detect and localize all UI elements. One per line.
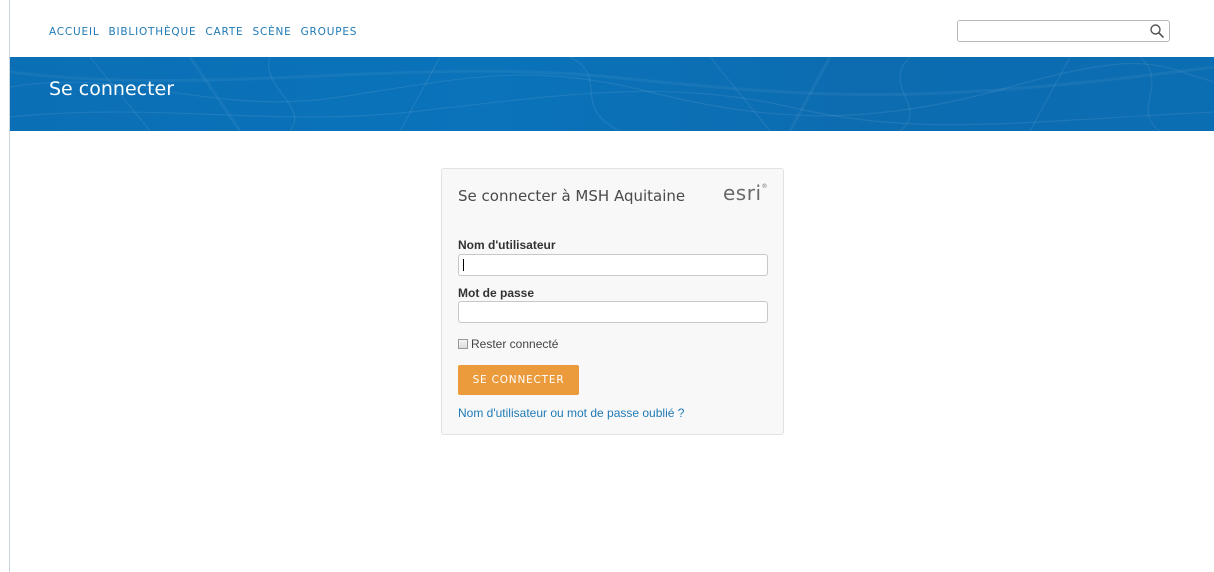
sign-in-button[interactable]: SE CONNECTER bbox=[458, 365, 579, 395]
nav-link-scene[interactable]: SCÈNE bbox=[252, 26, 291, 38]
login-card: Se connecter à MSH Aquitaine esri® Nom d… bbox=[441, 168, 784, 435]
nav-link-carte[interactable]: CARTE bbox=[205, 26, 243, 38]
password-field[interactable] bbox=[458, 301, 768, 323]
magnifier-icon[interactable] bbox=[1149, 23, 1165, 39]
nav-links: ACCUEIL BIBLIOTHÈQUE CARTE SCÈNE GROUPES bbox=[49, 26, 366, 38]
remember-label[interactable]: Rester connecté bbox=[471, 337, 558, 351]
esri-logo-mark: ® bbox=[761, 183, 769, 190]
page-banner: Se connecter bbox=[10, 57, 1214, 131]
esri-logo-text: esri bbox=[723, 181, 762, 205]
remember-me[interactable]: Rester connecté bbox=[458, 337, 558, 351]
username-field[interactable] bbox=[458, 254, 768, 276]
remember-checkbox[interactable] bbox=[458, 339, 468, 349]
search-input[interactable] bbox=[962, 23, 1132, 39]
forgot-credentials-link[interactable]: Nom d'utilisateur ou mot de passe oublié… bbox=[458, 406, 684, 420]
nav-link-groupes[interactable]: GROUPES bbox=[301, 26, 358, 38]
search-box bbox=[957, 20, 1170, 42]
page: ACCUEIL BIBLIOTHÈQUE CARTE SCÈNE GROUPES bbox=[0, 0, 1214, 572]
username-label: Nom d'utilisateur bbox=[458, 238, 556, 252]
esri-logo: esri® bbox=[723, 181, 768, 205]
text-cursor bbox=[463, 259, 464, 271]
nav-link-accueil[interactable]: ACCUEIL bbox=[49, 26, 100, 38]
map-background-pattern bbox=[10, 57, 1214, 131]
password-label: Mot de passe bbox=[458, 286, 535, 300]
nav-link-bibliotheque[interactable]: BIBLIOTHÈQUE bbox=[109, 26, 197, 38]
login-title: Se connecter à MSH Aquitaine bbox=[458, 187, 686, 205]
page-title: Se connecter bbox=[49, 78, 175, 100]
top-navigation: ACCUEIL BIBLIOTHÈQUE CARTE SCÈNE GROUPES bbox=[10, 0, 1214, 57]
